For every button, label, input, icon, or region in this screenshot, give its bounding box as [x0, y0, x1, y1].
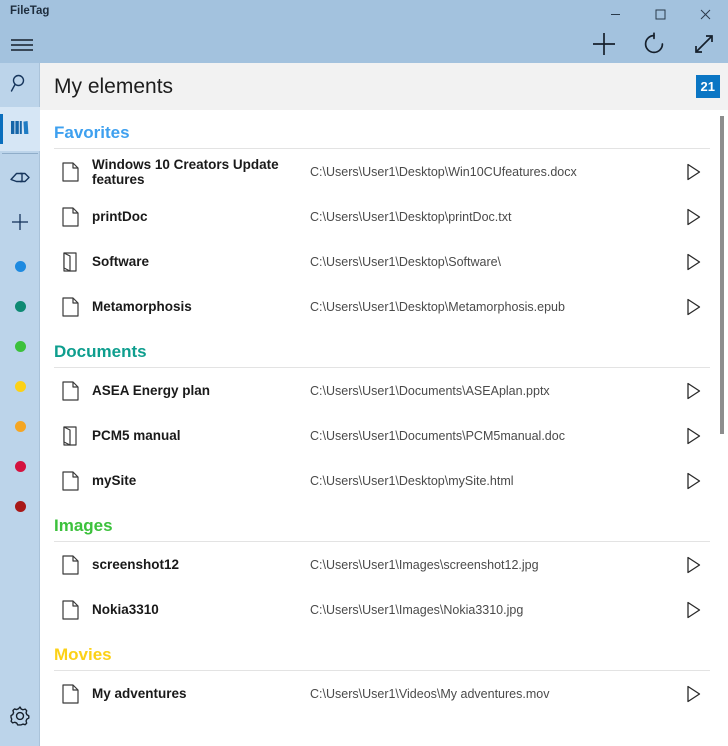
expand-icon[interactable]: [684, 26, 724, 62]
sidebar-item-library[interactable]: [0, 107, 40, 151]
app-title: FileTag: [10, 5, 50, 17]
play-icon[interactable]: [676, 298, 710, 316]
list-item-path: C:\Users\User1\Documents\ASEAplan.pptx: [310, 383, 550, 398]
list-item[interactable]: My adventures C:\Users\User1\Videos\My ad…: [40, 671, 728, 716]
plus-icon: [10, 212, 30, 237]
sidebar-tag-orange[interactable]: [0, 406, 40, 446]
section-header: Movies: [54, 645, 112, 664]
toolbar: [584, 26, 724, 62]
list-item-name: My adventures: [92, 686, 187, 701]
document-icon: [54, 683, 92, 704]
tag-icon: [8, 168, 32, 193]
page-title: My elements: [54, 74, 174, 98]
sidebar-tag-crimson[interactable]: [0, 446, 40, 486]
list-item[interactable]: Nokia3310 C:\Users\User1\Images\Nokia3310…: [40, 587, 728, 632]
list-item[interactable]: mySite C:\Users\User1\Desktop\mySite.html: [40, 458, 728, 503]
sidebar-item-search[interactable]: [0, 63, 40, 107]
gear-icon: [9, 705, 31, 732]
maximize-button[interactable]: [638, 0, 683, 28]
list-item-path: C:\Users\User1\Desktop\printDoc.txt: [310, 209, 512, 224]
tag-color-dot-icon: [14, 260, 26, 272]
document-icon: [54, 599, 92, 620]
section-header: Favorites: [54, 123, 130, 142]
play-icon[interactable]: [676, 208, 710, 226]
title-bar: FileTag: [0, 0, 728, 63]
app-window: FileTag My elements 21 Favorites Windows…: [0, 0, 728, 746]
library-icon: [9, 117, 31, 142]
search-icon: [10, 73, 30, 98]
count-badge: 21: [695, 75, 720, 98]
document-icon: [54, 380, 92, 401]
list-item[interactable]: screenshot12 C:\Users\User1\Images\screen…: [40, 542, 728, 587]
sidebar-item-settings[interactable]: [0, 698, 40, 738]
tag-color-dot-icon: [14, 500, 26, 512]
list-item-name: Metamorphosis: [92, 299, 192, 314]
list-item-name: ASEA Energy plan: [92, 383, 211, 398]
list-item-path: C:\Users\User1\Desktop\mySite.html: [310, 473, 514, 488]
play-icon[interactable]: [676, 685, 710, 703]
sidebar: [0, 63, 40, 746]
vertical-scrollbar[interactable]: [714, 110, 728, 746]
list-item-name: Nokia3310: [92, 602, 159, 617]
play-icon[interactable]: [676, 163, 710, 181]
document-icon: [54, 296, 92, 317]
tag-color-dot-icon: [14, 380, 26, 392]
element-list: Favorites Windows 10 Creators Update feat…: [40, 110, 728, 746]
plus-icon[interactable]: [584, 26, 624, 62]
sidebar-tag-green[interactable]: [0, 326, 40, 366]
list-item[interactable]: ASEA Energy plan C:\Users\User1\Documents…: [40, 368, 728, 413]
sidebar-item-tags[interactable]: [0, 158, 40, 202]
list-item[interactable]: PCM5 manual C:\Users\User1\Documents\PCM5…: [40, 413, 728, 458]
minimize-button[interactable]: [593, 0, 638, 28]
play-icon[interactable]: [676, 601, 710, 619]
folder-icon: [54, 251, 92, 272]
sidebar-tag-darkred[interactable]: [0, 486, 40, 526]
sidebar-tag-blue[interactable]: [0, 246, 40, 286]
document-icon: [54, 470, 92, 491]
list-item-name: Windows 10 Creators Update features: [92, 156, 279, 187]
tag-color-dot-icon: [14, 340, 26, 352]
document-icon: [54, 206, 92, 227]
refresh-icon[interactable]: [634, 26, 674, 62]
list-item-path: C:\Users\User1\Desktop\Win10CUfeatures.d…: [310, 164, 577, 179]
window-controls: [593, 0, 728, 28]
document-icon: [54, 554, 92, 575]
list-item-path: C:\Users\User1\Desktop\Software\: [310, 254, 502, 269]
list-item-path: C:\Users\User1\Videos\My adventures.mov: [310, 686, 550, 701]
section-header: Images: [54, 516, 113, 535]
list-item[interactable]: Metamorphosis C:\Users\User1\Desktop\Meta…: [40, 284, 728, 329]
list-item-name: PCM5 manual: [92, 428, 181, 443]
list-item-name: screenshot12: [92, 557, 180, 572]
hamburger-menu-button[interactable]: [6, 30, 38, 60]
close-button[interactable]: [683, 0, 728, 28]
section-header: Documents: [54, 342, 147, 361]
play-icon[interactable]: [676, 472, 710, 490]
list-item[interactable]: Windows 10 Creators Update features C:\Us…: [40, 149, 728, 194]
play-icon[interactable]: [676, 253, 710, 271]
list-item-name: mySite: [92, 473, 137, 488]
folder-icon: [54, 425, 92, 446]
scrollbar-thumb[interactable]: [720, 116, 724, 434]
tag-color-dot-icon: [14, 460, 26, 472]
list-item-path: C:\Users\User1\Images\Nokia3310.jpg: [310, 602, 524, 617]
list-item-path: C:\Users\User1\Desktop\Metamorphosis.epu…: [310, 299, 565, 314]
list-item-path: C:\Users\User1\Documents\PCM5manual.doc: [310, 428, 565, 443]
list-item-name: printDoc: [92, 209, 148, 224]
list-item-name: Software: [92, 254, 150, 269]
tag-color-dot-icon: [14, 300, 26, 312]
page-header: My elements 21: [40, 63, 728, 110]
list-item[interactable]: printDoc C:\Users\User1\Desktop\printDoc.…: [40, 194, 728, 239]
play-icon[interactable]: [676, 556, 710, 574]
list-item[interactable]: Software C:\Users\User1\Desktop\Software\: [40, 239, 728, 284]
tag-color-dot-icon: [14, 420, 26, 432]
sidebar-tag-yellow[interactable]: [0, 366, 40, 406]
list-item-path: C:\Users\User1\Images\screenshot12.jpg: [310, 557, 539, 572]
sidebar-divider: [1, 153, 38, 154]
document-icon: [54, 161, 92, 182]
sidebar-item-add-tag[interactable]: [0, 202, 40, 246]
play-icon[interactable]: [676, 382, 710, 400]
sidebar-tag-teal[interactable]: [0, 286, 40, 326]
play-icon[interactable]: [676, 427, 710, 445]
